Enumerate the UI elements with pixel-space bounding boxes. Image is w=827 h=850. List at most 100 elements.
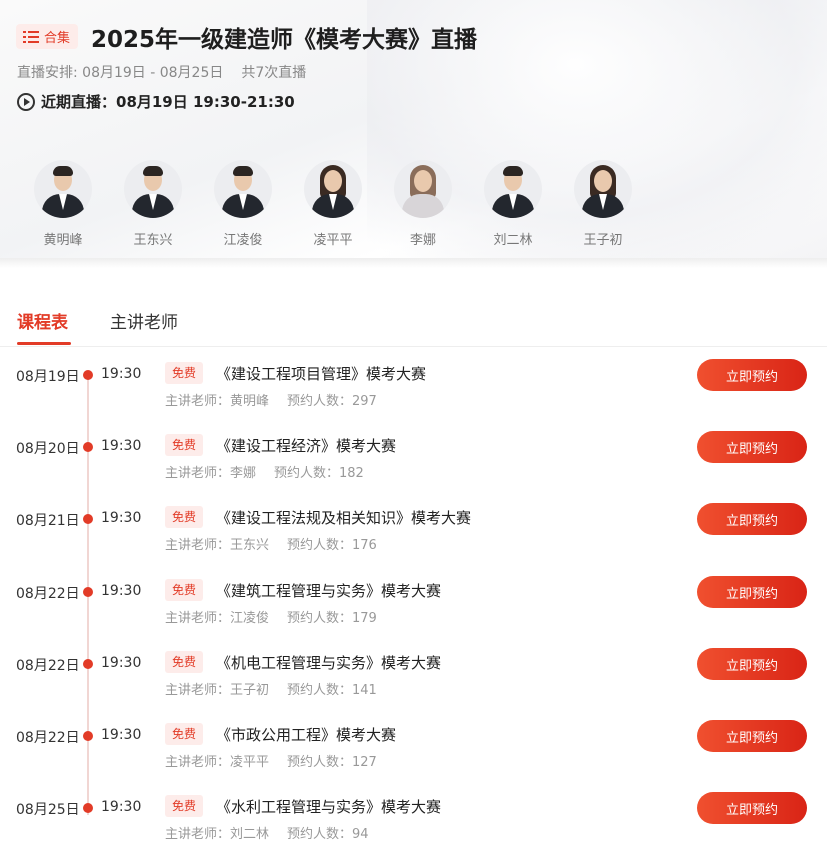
- teacher-name: 黄明峰: [43, 233, 83, 248]
- course-teacher: 主讲老师：李娜: [165, 466, 257, 481]
- course-row: 08月21日 19:30 免费 《建设工程法规及相关知识》模考大赛 主讲老师：王…: [0, 503, 827, 570]
- free-badge: 免费: [165, 723, 204, 745]
- course-time: 19:30: [101, 655, 142, 671]
- teacher-name: 刘二林: [493, 233, 533, 248]
- course-row: 08月22日 19:30 免费 《建筑工程管理与实务》模考大赛 主讲老师：江凌俊…: [0, 576, 827, 643]
- course-booking-count: 预约人数：179: [287, 611, 377, 626]
- course-time: 19:30: [101, 727, 142, 743]
- course-row: 08月19日 19:30 免费 《建设工程项目管理》模考大赛 主讲老师：黄明峰 预…: [0, 359, 827, 426]
- course-teacher: 主讲老师：刘二林: [165, 827, 270, 842]
- avatar: [34, 160, 92, 218]
- timeline-dot: [83, 514, 93, 524]
- avatar: [484, 160, 542, 218]
- course-title[interactable]: 《水利工程管理与实务》模考大赛: [216, 796, 441, 817]
- timeline-dot: [83, 587, 93, 597]
- course-date: 08月22日: [16, 586, 80, 602]
- book-now-button[interactable]: 立即预约: [697, 720, 807, 752]
- course-date: 08月25日: [16, 802, 80, 818]
- avatar: [304, 160, 362, 218]
- timeline-dot: [83, 442, 93, 452]
- course-booking-count: 预约人数：182: [274, 466, 364, 481]
- course-meta: 主讲老师：江凌俊 预约人数：179: [165, 607, 377, 626]
- course-teacher: 主讲老师：凌平平: [165, 755, 270, 770]
- teacher-card[interactable]: 王东兴: [118, 160, 188, 248]
- course-date: 08月22日: [16, 658, 80, 674]
- course-date: 08月19日: [16, 369, 80, 385]
- course-booking-count: 预约人数：297: [287, 394, 377, 409]
- course-row: 08月25日 19:30 免费 《水利工程管理与实务》模考大赛 主讲老师：刘二林…: [0, 792, 827, 850]
- course-teacher: 主讲老师：王东兴: [165, 538, 270, 553]
- tab-bar: 课程表 主讲老师: [0, 300, 827, 347]
- course-booking-count: 预约人数：94: [287, 827, 369, 842]
- collection-tag: 合集: [16, 24, 79, 49]
- teacher-name: 王子初: [583, 233, 623, 248]
- course-meta: 主讲老师：王东兴 预约人数：176: [165, 534, 377, 553]
- book-now-button[interactable]: 立即预约: [697, 359, 807, 391]
- timeline-dot: [83, 659, 93, 669]
- course-time: 19:30: [101, 583, 142, 599]
- free-badge: 免费: [165, 795, 204, 817]
- book-now-button[interactable]: 立即预约: [697, 792, 807, 824]
- teacher-card[interactable]: 凌平平: [298, 160, 368, 248]
- course-teacher: 主讲老师：王子初: [165, 683, 270, 698]
- teacher-card[interactable]: 李娜: [388, 160, 458, 248]
- teacher-name: 王东兴: [133, 233, 173, 248]
- course-meta: 主讲老师：王子初 预约人数：141: [165, 679, 377, 698]
- teacher-card[interactable]: 黄明峰: [28, 160, 98, 248]
- teacher-name: 李娜: [409, 233, 436, 248]
- active-tab-indicator: [17, 342, 71, 345]
- header-divider: [0, 258, 827, 268]
- free-badge: 免费: [165, 506, 204, 528]
- book-now-button[interactable]: 立即预约: [697, 648, 807, 680]
- course-row: 08月22日 19:30 免费 《机电工程管理与实务》模考大赛 主讲老师：王子初…: [0, 648, 827, 715]
- course-date: 08月21日: [16, 513, 80, 529]
- course-meta: 主讲老师：李娜 预约人数：182: [165, 462, 364, 481]
- tab-teachers[interactable]: 主讲老师: [110, 308, 178, 333]
- free-badge: 免费: [165, 362, 204, 384]
- course-meta: 主讲老师：凌平平 预约人数：127: [165, 751, 377, 770]
- book-now-button[interactable]: 立即预约: [697, 576, 807, 608]
- play-circle-icon: [17, 92, 35, 111]
- course-title[interactable]: 《机电工程管理与实务》模考大赛: [216, 652, 441, 673]
- schedule-count: 共7次直播: [241, 65, 307, 81]
- book-now-button[interactable]: 立即预约: [697, 431, 807, 463]
- course-row: 08月20日 19:30 免费 《建设工程经济》模考大赛 主讲老师：李娜 预约人数…: [0, 431, 827, 498]
- teacher-name: 凌平平: [313, 233, 353, 248]
- avatar: [124, 160, 182, 218]
- avatar: [574, 160, 632, 218]
- course-title[interactable]: 《市政公用工程》模考大赛: [216, 724, 396, 745]
- course-teacher: 主讲老师：黄明峰: [165, 394, 270, 409]
- teacher-card[interactable]: 江凌俊: [208, 160, 278, 248]
- course-date: 08月22日: [16, 730, 80, 746]
- tab-schedule[interactable]: 课程表: [17, 308, 68, 333]
- recent-live: 近期直播：08月19日 19:30-21:30: [17, 91, 295, 112]
- schedule-info: 直播安排: 08月19日 - 08月25日 共7次直播: [17, 62, 306, 82]
- avatar: [394, 160, 452, 218]
- course-row: 08月22日 19:30 免费 《市政公用工程》模考大赛 主讲老师：凌平平 预约人…: [0, 720, 827, 787]
- course-title[interactable]: 《建设工程法规及相关知识》模考大赛: [216, 507, 471, 528]
- course-title[interactable]: 《建筑工程管理与实务》模考大赛: [216, 580, 441, 601]
- course-date: 08月20日: [16, 441, 80, 457]
- schedule-range: 直播安排: 08月19日 - 08月25日: [17, 65, 224, 81]
- course-meta: 主讲老师：刘二林 预约人数：94: [165, 823, 369, 842]
- timeline-dot: [83, 731, 93, 741]
- avatar: [214, 160, 272, 218]
- course-booking-count: 预约人数：127: [287, 755, 377, 770]
- course-time: 19:30: [101, 799, 142, 815]
- course-title[interactable]: 《建设工程项目管理》模考大赛: [216, 363, 426, 384]
- recent-live-label: 近期直播：08月19日 19:30-21:30: [41, 93, 295, 111]
- book-now-button[interactable]: 立即预约: [697, 503, 807, 535]
- list-icon: [23, 30, 39, 43]
- teacher-card[interactable]: 王子初: [568, 160, 638, 248]
- timeline-dot: [83, 370, 93, 380]
- teacher-card[interactable]: 刘二林: [478, 160, 548, 248]
- collection-tag-label: 合集: [44, 31, 71, 46]
- free-badge: 免费: [165, 579, 204, 601]
- course-time: 19:30: [101, 366, 142, 382]
- free-badge: 免费: [165, 434, 204, 456]
- page-title: 2025年一级建造师《模考大赛》直播: [91, 27, 478, 53]
- free-badge: 免费: [165, 651, 204, 673]
- course-time: 19:30: [101, 510, 142, 526]
- course-title[interactable]: 《建设工程经济》模考大赛: [216, 435, 396, 456]
- course-time: 19:30: [101, 438, 142, 454]
